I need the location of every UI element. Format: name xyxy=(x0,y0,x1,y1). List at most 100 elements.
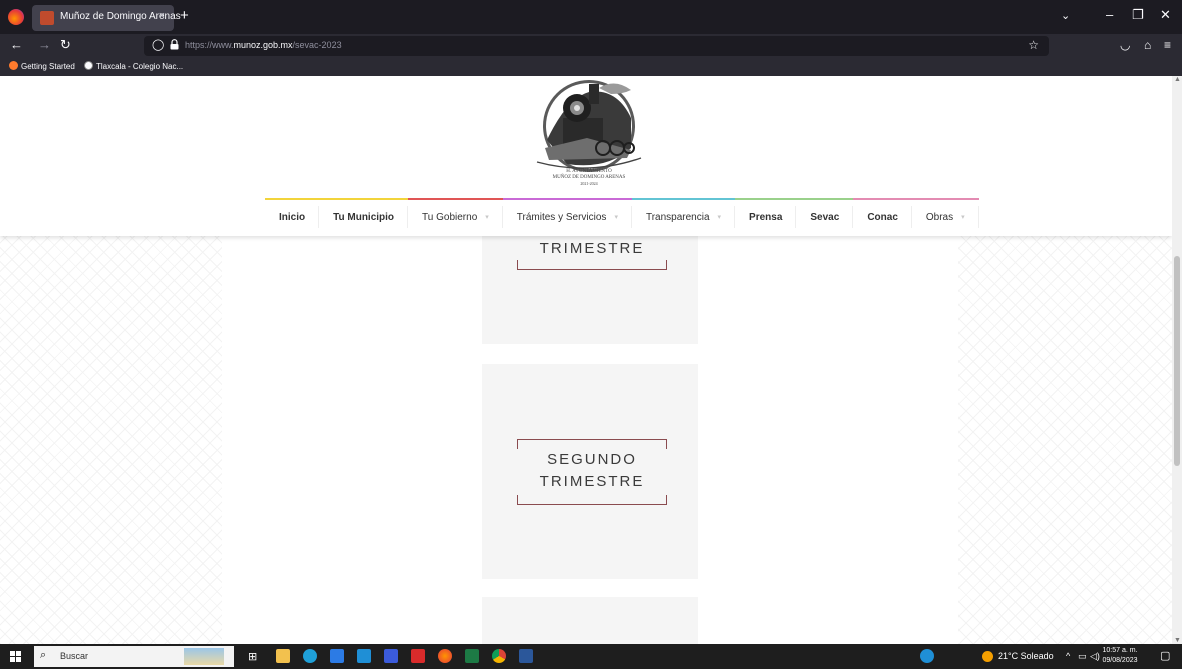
chevron-down-icon: ▾ xyxy=(485,214,489,221)
bookmark-getting-started[interactable]: Getting Started xyxy=(9,61,75,71)
menu-item-transparencia[interactable]: Transparencia ▾ xyxy=(631,198,736,234)
card-frame-bottom xyxy=(517,495,667,505)
word-icon[interactable] xyxy=(519,649,533,663)
file-explorer-icon[interactable] xyxy=(276,649,290,663)
volume-icon[interactable]: ◁) xyxy=(1090,651,1100,662)
windows-taskbar: ⌕ Buscar ⊞ 21°C Soleado ^ ▭ ◁) 10:57 a. … xyxy=(0,644,1182,669)
menu-item-label: Conac xyxy=(867,211,898,223)
menu-item-label: Trámites y Servicios xyxy=(516,211,607,223)
scroll-down-icon[interactable]: ▼ xyxy=(1174,637,1181,644)
menu-item-label: Tu Municipio xyxy=(333,211,395,223)
edge-icon[interactable] xyxy=(303,649,317,663)
url-bar[interactable]: ◯ https://www.munoz.gob.mx/sevac-2023 ☆ xyxy=(144,36,1049,56)
logo-text-line: MUÑOZ DE DOMINGO ARENAS xyxy=(552,175,626,180)
menu-item-trámites-y-servicios[interactable]: Trámites y Servicios ▾ xyxy=(502,198,632,234)
chevron-down-icon: ▾ xyxy=(614,214,618,221)
taskbar-search[interactable]: ⌕ Buscar xyxy=(34,646,234,667)
menu-item-label: Tu Gobierno xyxy=(422,211,478,223)
office-icon[interactable] xyxy=(411,649,425,663)
card-title-line: SEGUNDO xyxy=(547,451,637,468)
firefox-menu-icon[interactable] xyxy=(8,9,24,25)
tray-overflow-icon[interactable]: ^ xyxy=(1066,651,1070,661)
url-path: /sevac-2023 xyxy=(292,40,342,50)
list-all-tabs-icon[interactable]: ⌄ xyxy=(1061,9,1070,22)
scroll-up-icon[interactable]: ▲ xyxy=(1174,76,1181,83)
bookmark-star-icon[interactable]: ☆ xyxy=(1028,38,1039,52)
menu-item-label: Inicio xyxy=(279,211,306,223)
menu-item-sevac[interactable]: Sevac xyxy=(796,198,854,234)
menu-item-prensa[interactable]: Prensa xyxy=(735,198,797,234)
account-icon[interactable]: ⌂ xyxy=(1144,38,1151,52)
menu-item-tu-gobierno[interactable]: Tu Gobierno ▾ xyxy=(408,198,503,234)
main-menu: Inicio Tu Municipio Tu Gobierno ▾ Trámites y… xyxy=(265,198,979,234)
card-frame-bottom xyxy=(517,260,667,270)
menu-item-obras[interactable]: Obras ▾ xyxy=(911,198,979,234)
url-domain: munoz.gob.mx xyxy=(233,40,293,50)
clock-time[interactable]: 10:57 a. m. xyxy=(1100,647,1140,654)
globe-icon xyxy=(84,61,93,70)
clock-date[interactable]: 09/08/2023 xyxy=(1100,657,1140,664)
card-title-line: TRIMESTRE xyxy=(539,240,645,257)
firefox-bookmark-icon xyxy=(9,61,18,70)
close-window-icon[interactable]: ✕ xyxy=(1160,7,1171,23)
logo-text-line: 2021-2024 xyxy=(580,181,598,186)
logo-text-line: H. AYUNTAMIENTO xyxy=(566,169,612,174)
tab-close-icon[interactable]: × xyxy=(159,10,165,22)
reload-icon[interactable]: ↻ xyxy=(60,37,71,53)
menu-item-conac[interactable]: Conac xyxy=(853,198,912,234)
search-icon: ⌕ xyxy=(40,649,47,661)
site-favicon-icon xyxy=(40,11,54,25)
network-icon[interactable]: ▭ xyxy=(1078,651,1087,662)
card-title: SEGUNDO TRIMESTRE xyxy=(518,449,666,493)
page-viewport: H. AYUNTAMIENTO MUÑOZ DE DOMINGO ARENAS … xyxy=(0,76,1172,644)
menu-separator xyxy=(977,206,979,228)
browser-tab-bar: Muñoz de Domingo Arenas × + ⌄ – ❐ ✕ xyxy=(0,0,1182,34)
back-icon[interactable]: ← xyxy=(10,37,23,52)
left-background-pattern xyxy=(0,236,222,644)
card-title-line: TRIMESTRE xyxy=(539,473,645,490)
url-text: https://www.munoz.gob.mx/sevac-2023 xyxy=(185,40,342,50)
scrollbar-thumb[interactable] xyxy=(1174,256,1180,466)
app-menu-icon[interactable]: ≡ xyxy=(1164,38,1171,52)
weather-text[interactable]: 21°C Soleado xyxy=(998,651,1054,661)
store-icon[interactable] xyxy=(330,649,344,663)
forward-icon[interactable]: → xyxy=(38,37,51,52)
site-header: H. AYUNTAMIENTO MUÑOZ DE DOMINGO ARENAS … xyxy=(0,76,1172,236)
tracking-shield-icon[interactable]: ◯ xyxy=(152,38,164,51)
menu-item-inicio[interactable]: Inicio xyxy=(265,198,320,234)
task-view-icon[interactable]: ⊞ xyxy=(248,650,262,664)
weather-sun-icon xyxy=(982,651,993,662)
excel-icon[interactable] xyxy=(465,649,479,663)
bookmark-label: Getting Started xyxy=(21,62,75,71)
menu-item-tu-municipio[interactable]: Tu Municipio xyxy=(319,198,409,234)
notifications-icon[interactable]: ▢ xyxy=(1160,649,1170,662)
help-icon[interactable] xyxy=(920,649,934,663)
restore-icon[interactable]: ❐ xyxy=(1132,7,1144,23)
minimize-icon[interactable]: – xyxy=(1106,7,1113,22)
chevron-down-icon: ▾ xyxy=(961,214,965,221)
app-icon[interactable] xyxy=(384,649,398,663)
card-title: TRIMESTRE xyxy=(518,238,666,260)
page-scrollbar[interactable]: ▲ ▼ xyxy=(1172,76,1182,644)
menu-item-label: Obras xyxy=(925,211,954,223)
card-frame-top xyxy=(517,439,667,449)
lock-icon[interactable] xyxy=(170,39,179,50)
bookmarks-toolbar: Getting Started Tlaxcala - Colegio Nac..… xyxy=(0,58,1182,76)
search-placeholder: Buscar xyxy=(60,651,89,661)
menu-item-label: Transparencia xyxy=(645,211,710,223)
menu-item-label: Prensa xyxy=(749,211,783,223)
url-scheme: https://www. xyxy=(185,40,234,50)
bookmark-tlaxcala[interactable]: Tlaxcala - Colegio Nac... xyxy=(84,61,183,71)
pocket-icon[interactable]: ◡ xyxy=(1120,38,1130,52)
tab-munoz[interactable]: Muñoz de Domingo Arenas × xyxy=(32,5,181,31)
ayuntamiento-logo[interactable]: H. AYUNTAMIENTO MUÑOZ DE DOMINGO ARENAS … xyxy=(527,78,651,190)
search-highlight-image xyxy=(184,648,224,665)
chrome-icon[interactable] xyxy=(492,649,506,663)
new-tab-button[interactable]: + xyxy=(180,8,189,24)
firefox-taskbar-icon[interactable] xyxy=(438,649,452,663)
mail-icon[interactable] xyxy=(357,649,371,663)
card-third[interactable] xyxy=(482,597,698,644)
windows-start-icon[interactable] xyxy=(10,651,21,662)
bookmark-label: Tlaxcala - Colegio Nac... xyxy=(96,62,184,71)
browser-nav-bar: ← → ↻ ◯ https://www.munoz.gob.mx/sevac-2… xyxy=(0,34,1182,58)
